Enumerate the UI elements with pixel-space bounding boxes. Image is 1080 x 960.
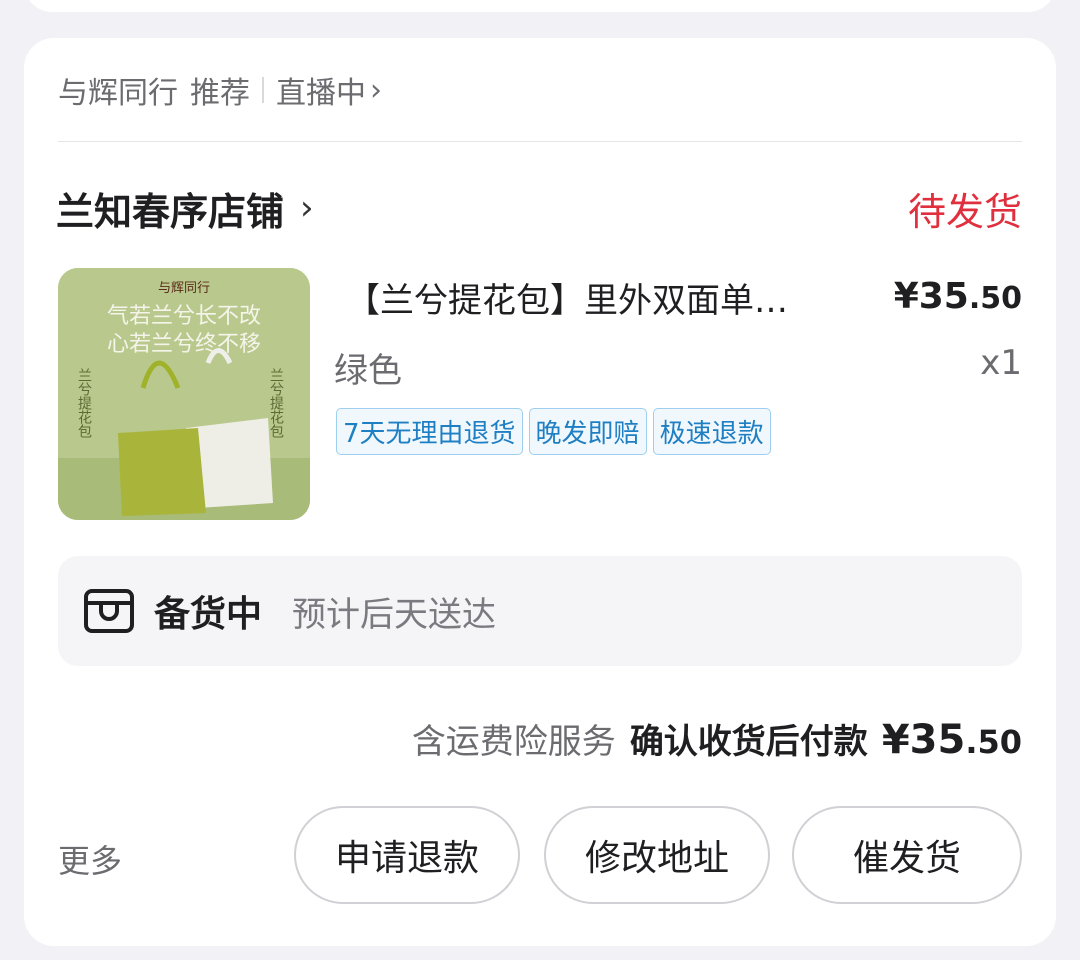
service-tags: 7天无理由退货 晚发即赔 极速退款 (336, 408, 771, 455)
shop-row: 兰知春序店铺 › 待发货 (56, 178, 1022, 238)
refund-button[interactable]: 申请退款 (294, 806, 520, 904)
amount-main: ¥35 (881, 717, 966, 763)
image-side-right: 兰兮提花包 (268, 368, 284, 438)
chevron-right-icon[interactable]: › (300, 188, 314, 228)
package-icon (84, 589, 134, 633)
source-row[interactable]: 与辉同行 推荐 直播中 › (58, 68, 382, 112)
price-main: ¥35 (893, 276, 969, 317)
product-variant: 绿色 (334, 351, 402, 391)
previous-order-card (24, 0, 1056, 12)
order-status: 待发货 (907, 189, 1022, 234)
image-side-left: 兰兮提花包 (76, 368, 92, 438)
image-line2: 心若兰兮终不移 (107, 332, 261, 357)
insurance-note: 含运费险服务 (411, 722, 616, 762)
live-status: 直播中 (276, 76, 366, 111)
urge-shipping-button[interactable]: 催发货 (792, 806, 1022, 904)
more-button[interactable]: 更多 (58, 836, 122, 882)
tote-bag-image: 与辉同行 气若兰兮长不改 心若兰兮终不移 兰兮提花包 兰兮提花包 (58, 268, 310, 520)
shipping-eta: 预计后天送达 (292, 594, 497, 635)
product-title[interactable]: 【兰兮提花包】里外双面单… (346, 273, 866, 322)
tag-fast-refund: 极速退款 (652, 408, 771, 455)
payment-row: 含运费险服务 确认收货后付款 ¥35.50 (412, 714, 1022, 763)
product-price: ¥35.50 (894, 276, 1022, 317)
image-brand: 与辉同行 (158, 281, 210, 296)
price-decimal: .50 (968, 281, 1022, 316)
chevron-right-icon: › (370, 72, 382, 108)
shipping-status: 备货中 (154, 594, 263, 635)
tag-return: 7天无理由退货 (336, 408, 523, 455)
change-address-button[interactable]: 修改地址 (544, 806, 770, 904)
source-divider (262, 77, 264, 103)
payment-amount: ¥35.50 (882, 717, 1022, 763)
product-image[interactable]: 与辉同行 气若兰兮长不改 心若兰兮终不移 兰兮提花包 兰兮提花包 (58, 268, 310, 520)
source-channel: 与辉同行 (58, 76, 178, 111)
image-line1: 气若兰兮长不改 (107, 304, 261, 329)
product-quantity: x1 (980, 343, 1022, 383)
shipping-status-box[interactable]: 备货中 预计后天送达 (58, 556, 1022, 666)
divider (58, 141, 1022, 142)
tag-late-compensation: 晚发即赔 (528, 408, 647, 455)
source-tag: 推荐 (190, 76, 250, 111)
shop-name[interactable]: 兰知春序店铺 (56, 181, 284, 236)
order-card: 与辉同行 推荐 直播中 › 兰知春序店铺 › 待发货 与辉同行 气若兰兮长不改 … (24, 38, 1056, 946)
payment-mode: 确认收货后付款 (629, 722, 868, 762)
amount-decimal: .50 (965, 723, 1022, 761)
